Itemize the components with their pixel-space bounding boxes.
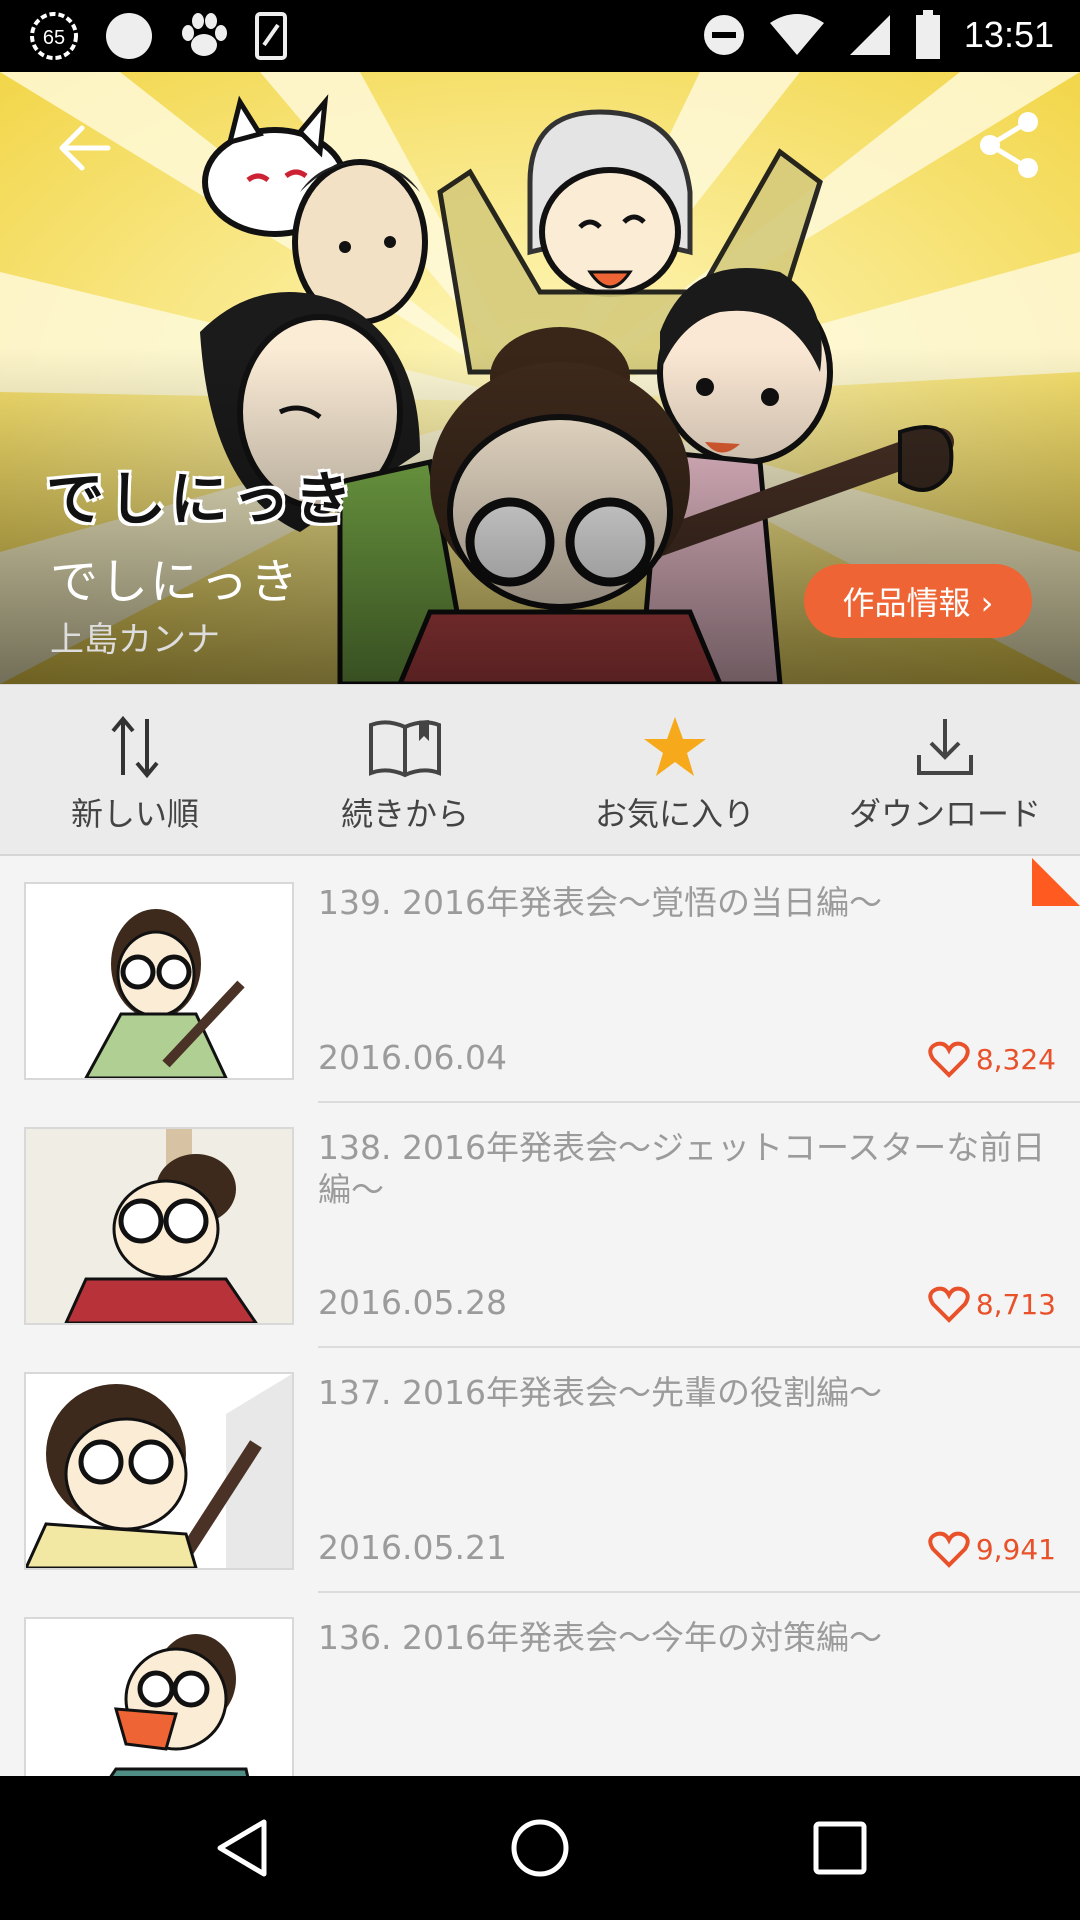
- episode-likes: 8,713: [928, 1285, 1056, 1323]
- series-logo: でしにっき: [46, 465, 357, 533]
- episode-list: 139. 2016年発表会〜覚悟の当日編〜 2016.06.04 8,324 1…: [0, 858, 1080, 1776]
- download-icon: [917, 719, 973, 775]
- phone-icon: [255, 12, 287, 60]
- episode-thumbnail: [24, 1372, 294, 1570]
- back-arrow-icon[interactable]: [52, 116, 116, 180]
- episode-title: 136. 2016年発表会〜今年の対策編〜: [318, 1618, 882, 1657]
- episode-row[interactable]: 138. 2016年発表会〜ジェットコースターな前日編〜 2016.05.28 …: [0, 1103, 1080, 1348]
- clock: 13:51: [963, 14, 1054, 55]
- download-label: ダウンロード: [848, 795, 1041, 833]
- episode-title: 139. 2016年発表会〜覚悟の当日編〜: [318, 883, 882, 922]
- episode-date: 2016.05.21: [318, 1528, 507, 1567]
- favorite-button[interactable]: お気に入り: [540, 685, 810, 854]
- episode-like-count: 9,941: [975, 1532, 1056, 1566]
- episode-like-count: 8,324: [975, 1042, 1056, 1076]
- book-icon: [369, 720, 441, 778]
- episode-toolbar: 新しい順 続きから お気に入り ダウンロード: [0, 684, 1080, 856]
- episode-title: 138. 2016年発表会〜ジェットコースターな前日編〜: [318, 1128, 1046, 1209]
- circle-notification-icon: [106, 13, 152, 59]
- star-icon: [644, 717, 706, 776]
- episode-thumbnail: [24, 1617, 294, 1776]
- status-bar: 65 13:51: [0, 0, 1080, 72]
- continue-reading-label: 続きから: [340, 795, 469, 833]
- series-header: でしにっき でしにっき 上島カンナ 作品情報 ›: [0, 72, 1080, 684]
- do-not-disturb-icon: [703, 15, 744, 55]
- episode-likes: 8,324: [928, 1040, 1056, 1078]
- episode-thumbnail: [24, 1127, 294, 1325]
- episode-thumbnail: [24, 882, 294, 1080]
- wifi-icon: [769, 14, 824, 55]
- sort-newest-label: 新しい順: [70, 795, 199, 833]
- sort-arrows-icon: [111, 715, 159, 779]
- heart-icon: [928, 1286, 970, 1323]
- episode-row[interactable]: 136. 2016年発表会〜今年の対策編〜: [0, 1593, 1080, 1776]
- episode-like-count: 8,713: [975, 1287, 1056, 1321]
- episode-row[interactable]: 137. 2016年発表会〜先輩の役割編〜 2016.05.21 9,941: [0, 1348, 1080, 1593]
- episode-date: 2016.06.04: [318, 1038, 507, 1077]
- series-author: 上島カンナ: [50, 620, 220, 660]
- notification-count-icon: 65: [30, 12, 78, 60]
- episode-row[interactable]: 139. 2016年発表会〜覚悟の当日編〜 2016.06.04 8,324: [0, 858, 1080, 1103]
- sort-newest-button[interactable]: 新しい順: [0, 685, 270, 854]
- battery-icon: [915, 10, 940, 59]
- episode-title: 137. 2016年発表会〜先輩の役割編〜: [318, 1373, 882, 1412]
- series-info-button[interactable]: 作品情報 ›: [804, 564, 1032, 638]
- favorite-label: お気に入り: [594, 795, 755, 833]
- share-icon[interactable]: [978, 110, 1042, 180]
- svg-text:65: 65: [43, 27, 65, 49]
- heart-icon: [928, 1041, 970, 1078]
- series-title: でしにっき: [50, 554, 301, 610]
- system-navigation-bar: [0, 1776, 1080, 1920]
- paw-icon: [182, 13, 227, 56]
- heart-icon: [928, 1531, 970, 1568]
- cell-signal-icon: [849, 15, 890, 55]
- continue-reading-button[interactable]: 続きから: [270, 685, 540, 854]
- episode-date: 2016.05.28: [318, 1283, 507, 1322]
- nav-back-icon[interactable]: [206, 1812, 278, 1884]
- episode-likes: 9,941: [928, 1530, 1056, 1568]
- nav-recents-icon[interactable]: [804, 1812, 876, 1884]
- download-button[interactable]: ダウンロード: [810, 685, 1080, 854]
- nav-home-icon[interactable]: [504, 1812, 576, 1884]
